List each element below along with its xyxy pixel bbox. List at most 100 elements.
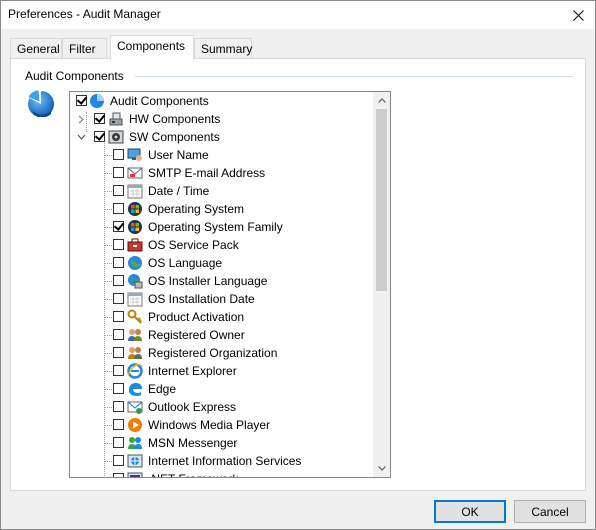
component-label: Operating System Family [148,220,283,234]
tree-row-component[interactable]: Operating System Family [70,218,372,236]
os-icon [128,202,142,216]
installer-globe-icon [128,274,143,289]
component-label: SMTP E-mail Address [148,166,266,180]
component-label: Registered Owner [148,328,245,342]
tree-guide [104,371,112,372]
software-icon [108,130,124,144]
tree-row-component[interactable]: Date / Time [70,182,372,200]
component-checkbox[interactable] [113,437,124,448]
tree-guide [104,335,112,336]
tree-rows: Audit Components HW Components SW Compon… [70,92,372,477]
tree-row-component[interactable]: MSN Messenger [70,434,372,452]
component-checkbox[interactable] [113,185,124,196]
tree-row-component[interactable]: OS Service Pack [70,236,372,254]
tab-general[interactable]: General [10,38,62,59]
component-checkbox[interactable] [113,239,124,250]
component-checkbox[interactable] [113,401,124,412]
components-tree[interactable]: Audit Components HW Components SW Compon… [69,91,391,478]
tree-row-component[interactable]: .NET Framework [70,470,372,477]
component-label: Product Activation [148,310,245,324]
tree-row-component[interactable]: SMTP E-mail Address [70,164,372,182]
media-player-icon [128,418,142,432]
tree-row-component[interactable]: Product Activation [70,308,372,326]
component-checkbox[interactable] [113,293,124,304]
scroll-down-button[interactable] [373,460,390,477]
tab-components[interactable]: Components [110,35,194,60]
cancel-button[interactable]: Cancel [514,500,586,523]
ok-button[interactable]: OK [434,500,506,523]
tree-row-component[interactable]: OS Language [70,254,372,272]
tree-row-component[interactable]: User Name [70,146,372,164]
tree-row-component[interactable]: Operating System [70,200,372,218]
close-button[interactable] [561,1,595,29]
hw-label: HW Components [129,112,221,126]
hardware-icon [109,112,123,126]
tree-row-component[interactable]: Registered Owner [70,326,372,344]
component-checkbox[interactable] [113,257,124,268]
component-label: User Name [148,148,209,162]
tree-row-component[interactable]: Windows Media Player [70,416,372,434]
chevron-right-icon [78,115,84,123]
scroll-thumb[interactable] [376,109,387,291]
tree-row-hw[interactable]: HW Components [70,110,372,128]
component-checkbox[interactable] [113,149,124,160]
edge-icon [129,383,142,396]
tree-guide [104,155,112,156]
component-checkbox[interactable] [113,473,124,477]
tree-row-component[interactable]: Internet Explorer [70,362,372,380]
component-checkbox[interactable] [113,329,124,340]
component-label: Registered Organization [148,346,278,360]
sw-expander[interactable] [76,131,86,143]
tree-row-component[interactable]: OS Installer Language [70,272,372,290]
component-checkbox[interactable] [113,365,124,376]
dotnet-icon [127,472,143,477]
component-label: Internet Information Services [148,454,302,468]
component-checkbox[interactable] [113,347,124,358]
component-checkbox[interactable] [113,455,124,466]
root-checkbox[interactable] [76,95,87,106]
tree-row-component[interactable]: Outlook Express [70,398,372,416]
component-checkbox[interactable] [113,311,124,322]
messenger-icon [128,437,142,449]
group-label: Audit Components [25,69,130,83]
tree-guide [104,227,112,228]
component-checkbox[interactable] [113,221,124,232]
component-checkbox[interactable] [113,167,124,178]
scroll-up-button[interactable] [373,92,390,109]
hw-checkbox[interactable] [94,113,105,124]
calendar-icon [127,292,143,307]
component-checkbox[interactable] [113,383,124,394]
component-checkbox[interactable] [113,203,124,214]
preferences-window: Preferences - Audit Manager General Filt… [0,0,596,530]
title-bar[interactable]: Preferences - Audit Manager [1,1,595,29]
window-title: Preferences - Audit Manager [8,7,161,21]
components-panel: Audit Components Audit Components HW Com… [10,58,586,491]
chevron-down-icon [377,466,386,471]
tree-row-root[interactable]: Audit Components [70,92,372,110]
tab-summary[interactable]: Summary [194,38,252,59]
chevron-up-icon [377,98,386,103]
tree-row-component[interactable]: OS Installation Date [70,290,372,308]
audit-components-icon [28,90,55,117]
component-label: OS Installation Date [148,292,255,306]
tree-row-component[interactable]: Edge [70,380,372,398]
organization-icon [128,347,142,359]
tree-scrollbar[interactable] [373,92,390,477]
hw-expander[interactable] [76,113,86,125]
tree-row-sw[interactable]: SW Components [70,128,372,146]
audit-root-icon [90,94,104,108]
tree-guide [104,299,112,300]
component-checkbox[interactable] [113,275,124,286]
os-family-icon [128,220,142,234]
key-icon [127,309,142,324]
tab-filter[interactable]: Filter [62,38,107,59]
tree-guide [104,353,112,354]
component-label: OS Service Pack [148,238,239,252]
component-checkbox[interactable] [113,419,124,430]
internet-explorer-icon [127,363,143,379]
sw-checkbox[interactable] [94,131,105,142]
globe-icon [128,256,142,270]
tree-row-component[interactable]: Registered Organization [70,344,372,362]
tree-row-component[interactable]: Internet Information Services [70,452,372,470]
tree-guide [104,281,112,282]
